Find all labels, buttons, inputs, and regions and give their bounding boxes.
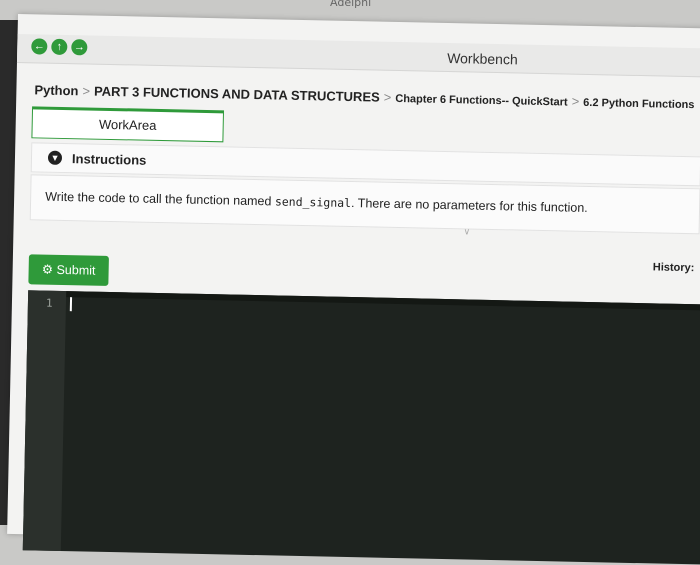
title-bar: ← ↑ → Workbench xyxy=(16,33,700,78)
breadcrumb: Python > PART 3 FUNCTIONS AND DATA STRUCTU… xyxy=(34,82,694,111)
chevron-right-icon: > xyxy=(571,93,580,109)
up-arrow-icon[interactable]: ↑ xyxy=(51,38,68,56)
chevron-right-icon: > xyxy=(82,83,91,99)
chevron-down-icon[interactable]: ▼ xyxy=(47,150,63,165)
history-label[interactable]: History: xyxy=(653,261,695,274)
line-gutter: 1 xyxy=(22,290,67,552)
submit-button[interactable]: ⚙ Submit xyxy=(28,254,109,286)
breadcrumb-item-section[interactable]: 6.2 Python Functions xyxy=(583,97,694,111)
monitor-brand-label: Adelphi xyxy=(330,0,372,9)
submit-label: Submit xyxy=(56,262,96,278)
breadcrumb-item-chapter6[interactable]: Chapter 6 Functions-- QuickStart xyxy=(395,93,568,109)
instructions-text-after: . There are no parameters for this funct… xyxy=(350,196,588,215)
instructions-title: Instructions xyxy=(71,151,147,168)
tab-workarea[interactable]: WorkArea xyxy=(31,106,225,143)
instructions-text-before: Write the code to call the function name… xyxy=(45,189,276,209)
breadcrumb-item-python[interactable]: Python xyxy=(34,82,78,98)
breadcrumb-item-part3[interactable]: PART 3 FUNCTIONS AND DATA STRUCTURES xyxy=(94,84,380,105)
expand-icon[interactable]: ∨ xyxy=(463,226,470,237)
chevron-right-icon: > xyxy=(383,89,392,105)
editor-top-bar xyxy=(66,291,700,311)
workbench-window: ← ↑ → Workbench Python > PART 3 FUNCTIONS … xyxy=(7,14,700,565)
function-name-code: send_signal xyxy=(274,194,352,211)
line-number: 1 xyxy=(45,296,53,310)
code-editor[interactable]: 1 xyxy=(22,290,700,565)
window-title: Workbench xyxy=(447,49,518,68)
text-cursor xyxy=(69,297,73,312)
back-arrow-icon[interactable]: ← xyxy=(31,38,48,55)
forward-arrow-icon[interactable]: → xyxy=(71,39,88,56)
